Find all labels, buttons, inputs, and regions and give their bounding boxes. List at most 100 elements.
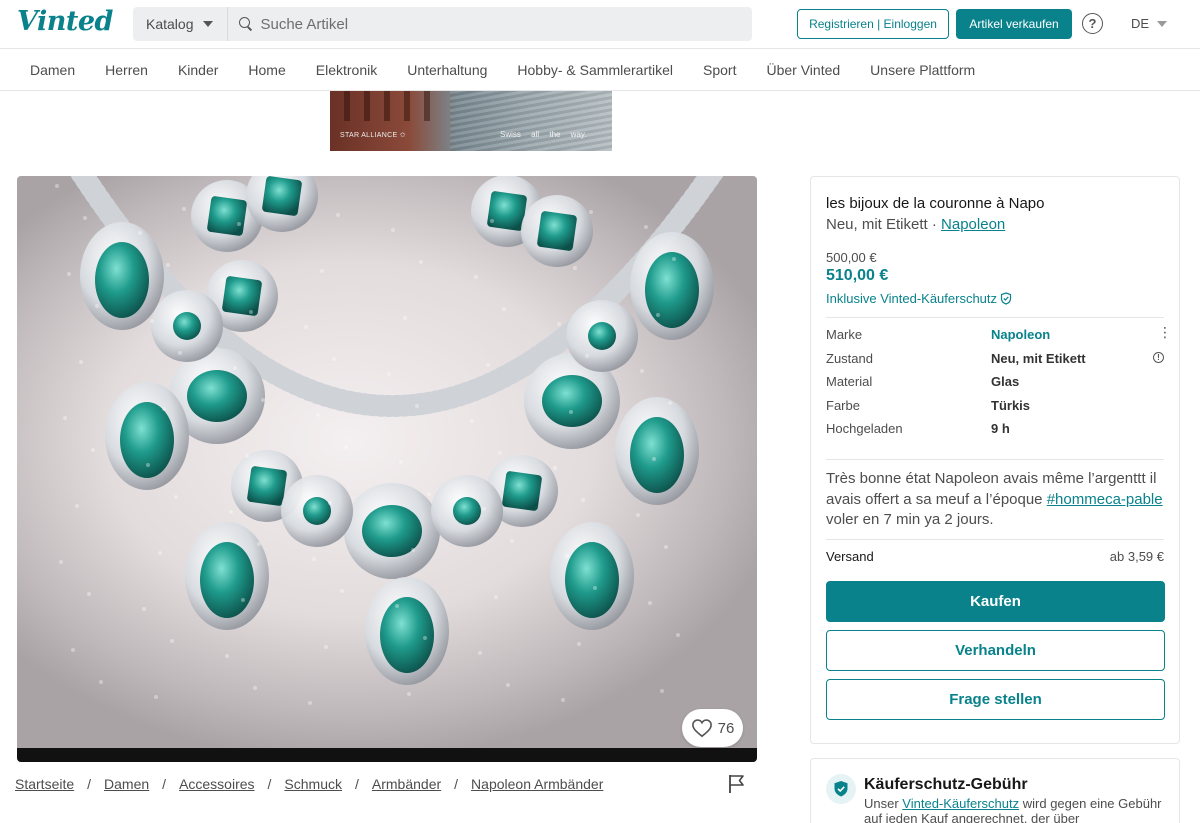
language-selector[interactable]: DE — [1131, 16, 1168, 31]
sparkle — [387, 372, 391, 376]
flag-icon[interactable] — [728, 774, 746, 794]
sparkle — [75, 504, 79, 508]
fee-text-a: Unser — [864, 796, 903, 811]
sparkle — [672, 257, 676, 261]
nav-item-damen[interactable]: Damen — [30, 62, 75, 78]
sparkle — [95, 304, 99, 308]
sparkle — [419, 260, 423, 264]
detail-value: Türkis — [991, 397, 1031, 413]
emerald-drop — [380, 597, 434, 673]
sparkle — [237, 222, 241, 226]
search-input[interactable] — [260, 15, 741, 33]
nav-item-home[interactable]: Home — [248, 62, 285, 78]
item-description: Très bonne état Napoleon avais même l’ar… — [826, 469, 1166, 531]
nav-item-kinder[interactable]: Kinder — [178, 62, 218, 78]
detail-value-brand[interactable]: Napoleon — [991, 327, 1050, 342]
emerald-gem — [542, 375, 602, 427]
sparkle — [648, 601, 652, 605]
breadcrumb-accessoires[interactable]: Accessoires — [179, 776, 254, 792]
ad-banner[interactable]: STAR ALLIANCE ✩ Swiss all the way. — [330, 91, 612, 151]
ask-question-button[interactable]: Frage stellen — [826, 679, 1165, 720]
shield-icon — [826, 774, 856, 804]
sparkle — [411, 548, 415, 552]
ad-decoration — [424, 91, 430, 121]
sparkle — [676, 633, 680, 637]
info-icon[interactable]: ! — [1153, 351, 1164, 363]
breadcrumb-damen[interactable]: Damen — [104, 776, 149, 792]
sparkle — [474, 275, 478, 279]
detail-row-material: Material Glas — [826, 374, 1166, 398]
catalog-dropdown[interactable]: Katalog — [133, 7, 229, 41]
price-original: 500,00 € — [826, 250, 877, 265]
nav-item-about[interactable]: Über Vinted — [766, 62, 840, 78]
item-title: les bijoux de la couronne à Napo — [826, 195, 1045, 212]
sparkle — [257, 542, 261, 546]
sparkle — [162, 407, 166, 411]
sparkle — [569, 410, 573, 414]
sparkle — [63, 416, 67, 420]
nav-item-hobby[interactable]: Hobby- & Sammlerartikel — [517, 62, 673, 78]
buyer-protection-info-link[interactable]: Vinted-Käuferschutz — [902, 796, 1019, 811]
ad-decoration — [344, 91, 350, 121]
vinted-logo[interactable]: Vinted — [17, 6, 113, 37]
item-details-card: les bijoux de la couronne à Napo Neu, mi… — [810, 176, 1180, 744]
sparkle — [178, 351, 182, 355]
sparkle — [652, 457, 656, 461]
emerald-gem — [453, 497, 481, 525]
description-text: voler en 7 min ya 2 jours. — [826, 511, 994, 528]
sparkle — [478, 651, 482, 655]
chevron-down-icon — [203, 21, 214, 27]
nav-item-herren[interactable]: Herren — [105, 62, 148, 78]
ad-decoration — [364, 91, 370, 121]
sparkle — [142, 607, 146, 611]
divider — [826, 317, 1164, 318]
sparkle — [312, 557, 316, 561]
breadcrumb-armbaender[interactable]: Armbänder — [372, 776, 441, 792]
breadcrumb-napoleon-armbaender[interactable]: Napoleon Armbänder — [471, 776, 603, 792]
favourite-button[interactable]: 76 — [682, 709, 743, 747]
breadcrumb-separator: / — [162, 776, 167, 792]
emerald-gem — [588, 322, 616, 350]
nav-item-platform[interactable]: Unsere Plattform — [870, 62, 975, 78]
more-options-icon[interactable]: ⋮ — [1158, 324, 1172, 341]
buyer-protection-link[interactable]: Inklusive Vinted-Käuferschutz — [826, 291, 1012, 306]
sparkle — [170, 639, 174, 643]
sparkle — [470, 419, 474, 423]
emerald-gem — [222, 276, 262, 316]
photo-strip — [17, 748, 757, 762]
sparkle — [498, 451, 502, 455]
sparkle — [324, 645, 328, 649]
sparkle — [585, 354, 589, 358]
negotiate-button[interactable]: Verhandeln — [826, 630, 1165, 671]
nav-item-unterhaltung[interactable]: Unterhaltung — [407, 62, 487, 78]
register-login-button[interactable]: Registrieren | Einloggen — [797, 9, 949, 39]
breadcrumb-separator: / — [87, 776, 92, 792]
heart-icon — [691, 719, 712, 738]
brand-link[interactable]: Napoleon — [941, 216, 1005, 233]
buy-button[interactable]: Kaufen — [826, 581, 1165, 622]
breadcrumb-separator: / — [454, 776, 459, 792]
ad-brand: STAR ALLIANCE ✩ — [340, 132, 406, 139]
sparkle — [71, 648, 75, 652]
sparkle — [589, 210, 593, 214]
breadcrumb-startseite[interactable]: Startseite — [15, 776, 74, 792]
sparkle — [225, 654, 229, 658]
nav-item-elektronik[interactable]: Elektronik — [316, 62, 377, 78]
hashtag-link[interactable]: #hommeca-pable — [1047, 491, 1163, 508]
sparkle — [154, 695, 158, 699]
sell-item-button[interactable]: Artikel verkaufen — [956, 9, 1072, 39]
sparkle — [316, 413, 320, 417]
sparkle — [150, 319, 154, 323]
sparkle — [79, 360, 83, 364]
ad-decoration — [404, 91, 410, 121]
item-photo[interactable] — [17, 176, 757, 762]
detail-row-condition: Zustand Neu, mit Etikett ! — [826, 351, 1166, 375]
price-total: 510,00 € — [826, 267, 889, 284]
sparkle — [593, 586, 597, 590]
emerald-drop — [200, 542, 254, 618]
sparkle — [490, 219, 494, 223]
help-icon[interactable]: ? — [1082, 13, 1103, 34]
divider — [826, 459, 1164, 460]
nav-item-sport[interactable]: Sport — [703, 62, 736, 78]
breadcrumb-schmuck[interactable]: Schmuck — [284, 776, 342, 792]
